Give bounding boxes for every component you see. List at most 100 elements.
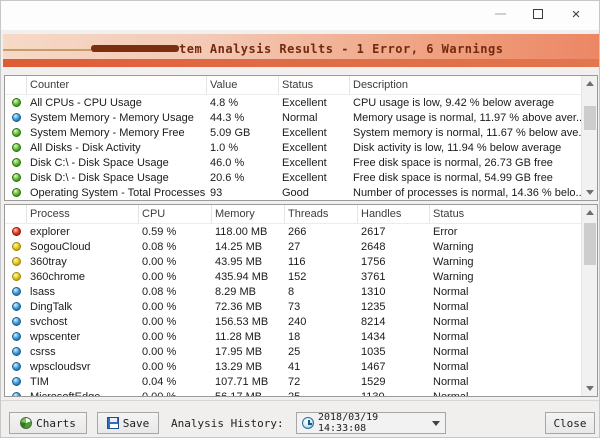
process-handles: 1434: [358, 331, 430, 343]
chevron-down-icon: [432, 421, 440, 426]
maximize-button[interactable]: [521, 1, 555, 27]
title-bar: ×: [1, 1, 599, 30]
process-row[interactable]: svchost 0.00 % 156.53 MB 240 8214 Normal: [5, 314, 581, 329]
counter-row[interactable]: System Memory - Memory Free 5.09 GB Exce…: [5, 125, 581, 140]
counter-value: 44.3 %: [207, 112, 279, 124]
counters-scroll-thumb[interactable]: [584, 106, 596, 130]
process-name: MicrosoftEdge: [27, 391, 139, 397]
process-status: Normal: [430, 301, 581, 313]
counters-header-value[interactable]: Value: [207, 76, 279, 94]
process-row[interactable]: DingTalk 0.00 % 72.36 MB 73 1235 Normal: [5, 299, 581, 314]
close-window-button[interactable]: ×: [559, 1, 593, 27]
counter-name: All Disks - Disk Activity: [27, 142, 207, 154]
process-threads: 266: [285, 226, 358, 238]
save-button[interactable]: Save: [97, 412, 159, 434]
counters-header-description[interactable]: Description: [350, 76, 597, 94]
pie-chart-icon: [20, 417, 32, 429]
process-status-icon: [12, 347, 21, 356]
process-scroll-thumb[interactable]: [584, 223, 596, 265]
counter-status: Excellent: [279, 172, 350, 184]
process-status: Warning: [430, 256, 581, 268]
process-header-memory[interactable]: Memory: [212, 205, 285, 223]
process-header-status[interactable]: Status: [430, 205, 597, 223]
process-status-cell: [5, 317, 27, 326]
banner-title: tem Analysis Results - 1 Error, 6 Warnin…: [179, 42, 503, 56]
counter-row[interactable]: All CPUs - CPU Usage 4.8 % Excellent CPU…: [5, 95, 581, 110]
counter-row[interactable]: Operating System - Total Processes 93 Go…: [5, 185, 581, 200]
process-cpu: 0.00 %: [139, 346, 212, 358]
counter-status-icon: [12, 128, 21, 137]
process-cpu: 0.00 %: [139, 391, 212, 397]
process-row[interactable]: MicrosoftEdge 0.00 % 56.17 MB 25 1130 No…: [5, 389, 581, 396]
results-banner: tem Analysis Results - 1 Error, 6 Warnin…: [3, 34, 599, 67]
process-status-cell: [5, 392, 27, 396]
counter-status: Excellent: [279, 142, 350, 154]
process-scrollbar[interactable]: [581, 205, 597, 396]
process-header-cpu[interactable]: CPU: [139, 205, 212, 223]
process-status-icon: [12, 227, 21, 236]
scroll-up-icon[interactable]: [582, 205, 598, 220]
counter-row[interactable]: System Memory - Memory Usage 44.3 % Norm…: [5, 110, 581, 125]
process-table-body: explorer 0.59 % 118.00 MB 266 2617 Error…: [5, 224, 581, 396]
process-threads: 73: [285, 301, 358, 313]
process-header-process[interactable]: Process: [27, 205, 139, 223]
process-row[interactable]: lsass 0.08 % 8.29 MB 8 1310 Normal: [5, 284, 581, 299]
process-status-cell: [5, 377, 27, 386]
process-row[interactable]: explorer 0.59 % 118.00 MB 266 2617 Error: [5, 224, 581, 239]
scroll-down-icon[interactable]: [582, 185, 598, 200]
minimize-button[interactable]: [483, 1, 517, 27]
process-status: Normal: [430, 391, 581, 397]
process-row[interactable]: wpscenter 0.00 % 11.28 MB 18 1434 Normal: [5, 329, 581, 344]
process-row[interactable]: wpscloudsvr 0.00 % 13.29 MB 41 1467 Norm…: [5, 359, 581, 374]
banner-bottom-strip: [3, 59, 599, 67]
process-row[interactable]: csrss 0.00 % 17.95 MB 25 1035 Normal: [5, 344, 581, 359]
counters-scrollbar[interactable]: [581, 76, 597, 200]
counter-row[interactable]: Disk C:\ - Disk Space Usage 46.0 % Excel…: [5, 155, 581, 170]
process-header-threads[interactable]: Threads: [285, 205, 358, 223]
counters-table: Counter Value Status Description All CPU…: [4, 75, 598, 201]
process-status-cell: [5, 347, 27, 356]
analysis-history-dropdown[interactable]: 2018/03/19 14:33:08: [296, 412, 446, 434]
process-name: 360chrome: [27, 271, 139, 283]
process-cpu: 0.00 %: [139, 271, 212, 283]
counters-header-status[interactable]: Status: [279, 76, 350, 94]
counter-name: Operating System - Total Processes: [27, 187, 207, 199]
process-threads: 27: [285, 241, 358, 253]
process-handles: 1529: [358, 376, 430, 388]
process-handles: 1130: [358, 391, 430, 397]
counter-name: Disk C:\ - Disk Space Usage: [27, 157, 207, 169]
process-handles: 8214: [358, 316, 430, 328]
process-status-cell: [5, 302, 27, 311]
process-handles: 2617: [358, 226, 430, 238]
charts-button-label: Charts: [36, 417, 76, 430]
process-row[interactable]: 360chrome 0.00 % 435.94 MB 152 3761 Warn…: [5, 269, 581, 284]
counter-description: Memory usage is normal, 11.97 % above av…: [350, 112, 581, 124]
process-handles: 1310: [358, 286, 430, 298]
counters-header-counter[interactable]: Counter: [27, 76, 207, 94]
maximize-icon: [533, 9, 543, 19]
process-row[interactable]: TIM 0.04 % 107.71 MB 72 1529 Normal: [5, 374, 581, 389]
analysis-history-value: 2018/03/19 14:33:08: [318, 412, 428, 434]
scroll-up-icon[interactable]: [582, 76, 598, 91]
counter-description: Free disk space is normal, 26.73 GB free: [350, 157, 581, 169]
process-name: svchost: [27, 316, 139, 328]
counter-row[interactable]: All Disks - Disk Activity 1.0 % Excellen…: [5, 140, 581, 155]
process-memory: 13.29 MB: [212, 361, 285, 373]
counters-table-header: Counter Value Status Description: [5, 76, 597, 95]
process-status: Normal: [430, 361, 581, 373]
floppy-disk-icon: [107, 417, 119, 429]
counter-name: Disk D:\ - Disk Space Usage: [27, 172, 207, 184]
process-row[interactable]: 360tray 0.00 % 43.95 MB 116 1756 Warning: [5, 254, 581, 269]
process-memory: 43.95 MB: [212, 256, 285, 268]
process-threads: 240: [285, 316, 358, 328]
process-cpu: 0.04 %: [139, 376, 212, 388]
process-name: 360tray: [27, 256, 139, 268]
charts-button[interactable]: Charts: [9, 412, 87, 434]
scroll-down-icon[interactable]: [582, 381, 598, 396]
close-button[interactable]: Close: [545, 412, 595, 434]
process-row[interactable]: SogouCloud 0.08 % 14.25 MB 27 2648 Warni…: [5, 239, 581, 254]
process-handles: 1467: [358, 361, 430, 373]
counter-row[interactable]: Disk D:\ - Disk Space Usage 20.6 % Excel…: [5, 170, 581, 185]
process-header-handles[interactable]: Handles: [358, 205, 430, 223]
process-threads: 25: [285, 346, 358, 358]
